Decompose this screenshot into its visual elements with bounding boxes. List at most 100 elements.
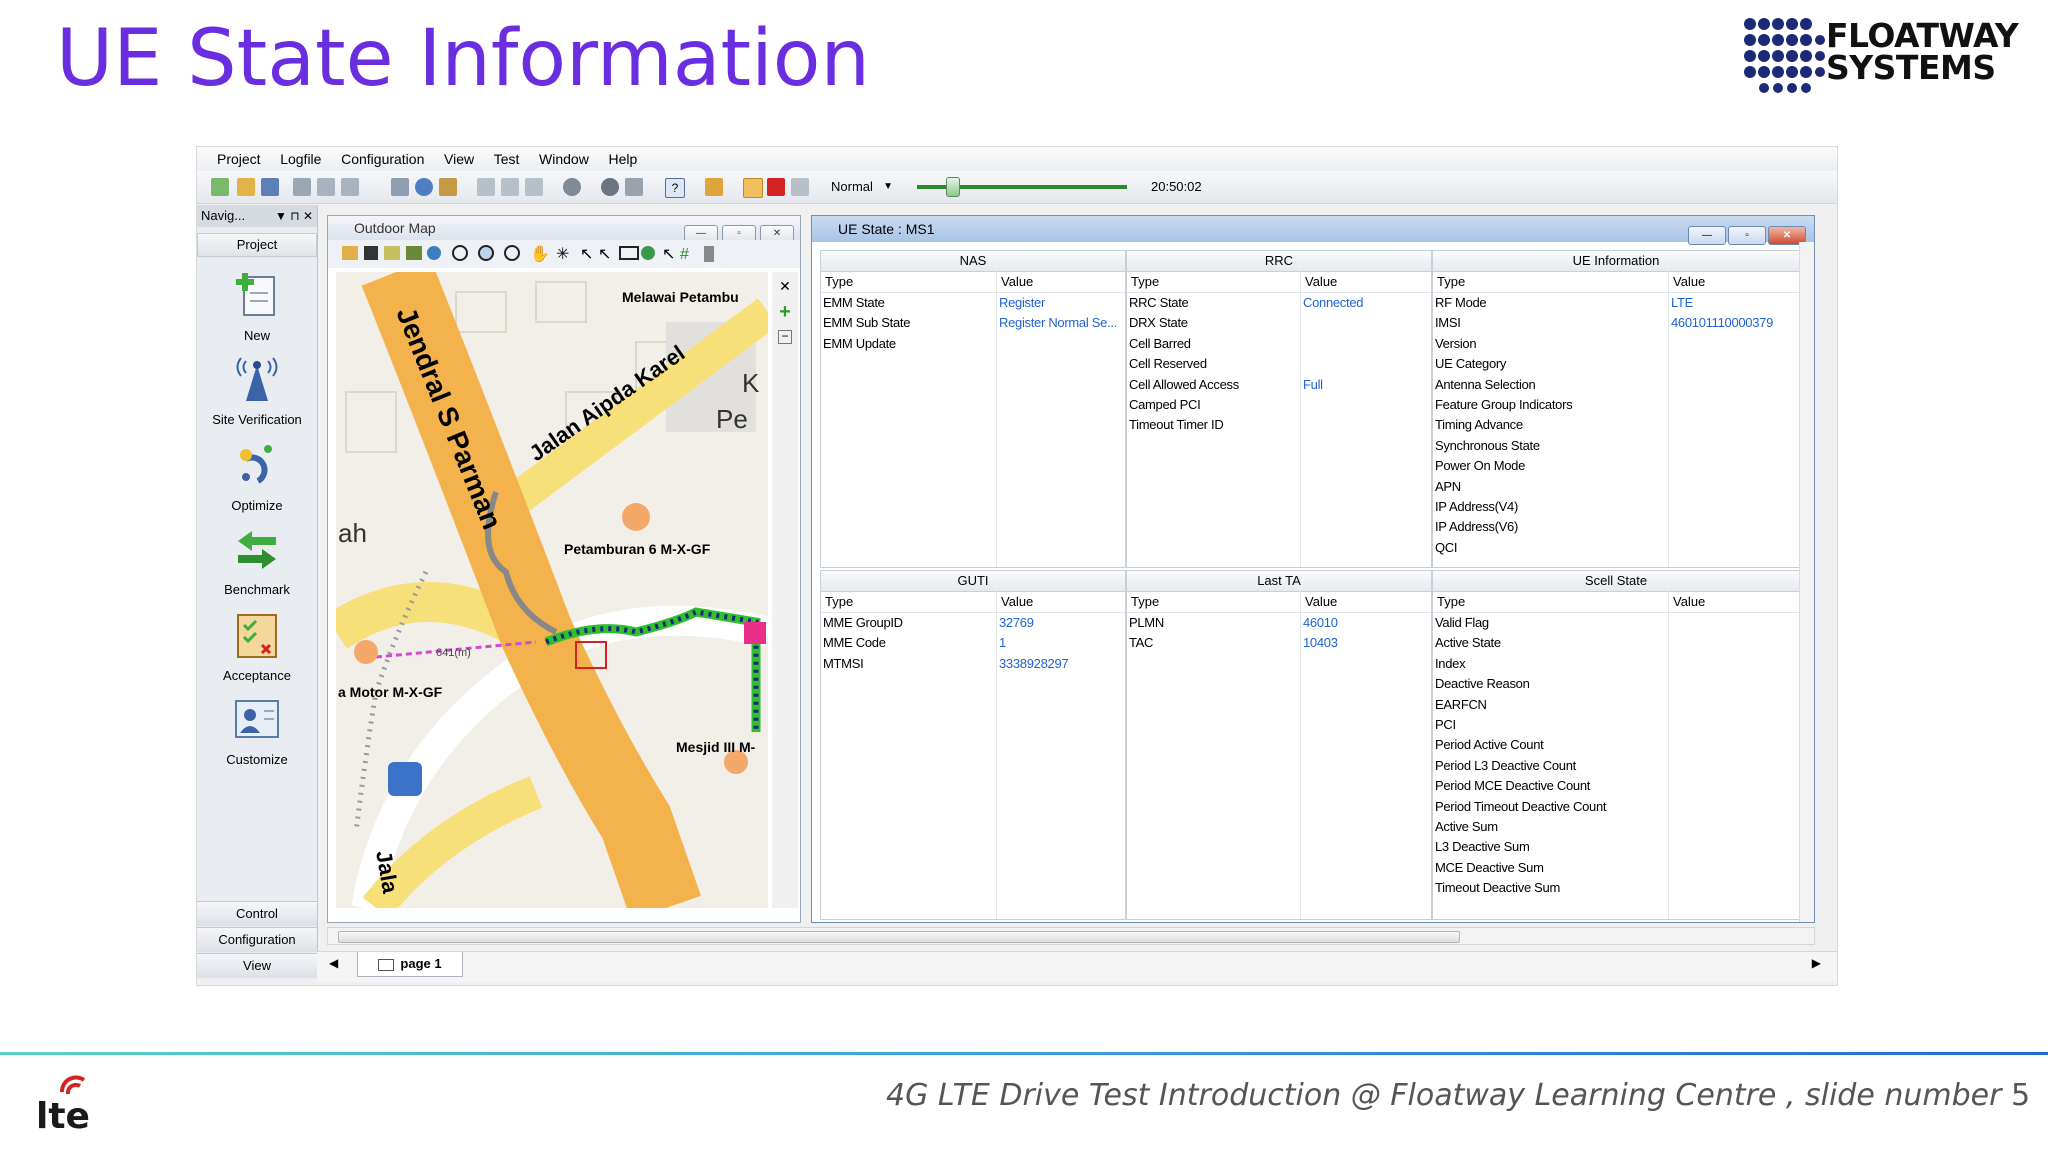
table-row[interactable]: Feature Group Indicators — [1433, 395, 1799, 415]
table-row[interactable]: EMM State Register — [821, 293, 1125, 313]
table-row[interactable]: MCE Deactive Sum — [1433, 858, 1799, 878]
table-row[interactable]: EARFCN — [1433, 695, 1799, 715]
nav-item-acceptance[interactable]: Acceptance — [197, 611, 317, 683]
table-row[interactable]: RRC State Connected — [1127, 293, 1431, 313]
table-row[interactable]: EMM Update — [821, 334, 1125, 354]
table-row[interactable]: Antenna Selection — [1433, 375, 1799, 395]
save-icon[interactable] — [261, 178, 279, 196]
menu-view[interactable]: View — [444, 151, 474, 167]
nav-tab-control[interactable]: Control — [197, 901, 317, 926]
page-prev-icon[interactable]: ◀ — [329, 956, 338, 970]
table-row[interactable]: MTMSI 3338928297 — [821, 654, 1125, 674]
nav-tab-view[interactable]: View — [197, 953, 317, 978]
table-row[interactable]: Active State — [1433, 633, 1799, 653]
menu-help[interactable]: Help — [608, 151, 637, 167]
table-row[interactable]: IP Address(V4) — [1433, 497, 1799, 517]
playback-mode-select[interactable]: Normal ▼ — [831, 177, 897, 197]
table-row[interactable]: Period Timeout Deactive Count — [1433, 797, 1799, 817]
playback-slider-thumb[interactable] — [945, 177, 960, 197]
table-row[interactable]: Deactive Reason — [1433, 674, 1799, 694]
table-row[interactable]: Valid Flag — [1433, 613, 1799, 633]
table-icon[interactable] — [391, 178, 409, 196]
table-row[interactable]: Cell Reserved — [1127, 354, 1431, 374]
row-value: 1 — [999, 635, 1006, 651]
navigator-controls[interactable]: ▼ ⊓ ✕ — [275, 205, 313, 227]
doc1-icon[interactable] — [477, 178, 495, 196]
nav-item-benchmark[interactable]: Benchmark — [197, 525, 317, 597]
col-value: Value — [1305, 274, 1338, 289]
unlink-icon[interactable] — [341, 178, 359, 196]
table-row[interactable]: Cell Barred — [1127, 334, 1431, 354]
table-row[interactable]: Synchronous State — [1433, 436, 1799, 456]
table-row[interactable]: L3 Deactive Sum — [1433, 837, 1799, 857]
pause-icon[interactable] — [743, 178, 763, 198]
table-row[interactable]: IP Address(V6) — [1433, 517, 1799, 537]
table-row[interactable]: Timeout Timer ID — [1127, 415, 1431, 435]
table-row[interactable]: Camped PCI — [1127, 395, 1431, 415]
table-row[interactable]: PCI — [1433, 715, 1799, 735]
close-icon[interactable]: ✕ — [778, 278, 792, 295]
minimize-icon[interactable]: — — [1688, 226, 1726, 245]
ue-state-vertical-scrollbar[interactable] — [1799, 242, 1814, 922]
navigator-pane: Navig... ▼ ⊓ ✕ Project New Site Verifica… — [197, 205, 318, 979]
copy-icon[interactable] — [293, 178, 311, 196]
menu-project[interactable]: Project — [217, 151, 261, 167]
table-row[interactable]: Timing Advance — [1433, 415, 1799, 435]
table-row[interactable]: Period Active Count — [1433, 735, 1799, 755]
stop-icon[interactable] — [767, 178, 785, 196]
table-row[interactable]: RF Mode LTE — [1433, 293, 1799, 313]
outdoor-map-canvas[interactable]: Melawai Petambu Jendral S Parman Jalan A… — [336, 272, 768, 908]
table-row[interactable]: QCI — [1433, 538, 1799, 558]
table-row[interactable]: Period MCE Deactive Count — [1433, 776, 1799, 796]
table-row[interactable]: IMSI 460101110000379 — [1433, 313, 1799, 333]
table-row[interactable]: APN — [1433, 477, 1799, 497]
table-row[interactable]: UE Category — [1433, 354, 1799, 374]
menu-test[interactable]: Test — [494, 151, 520, 167]
snapshot-icon[interactable] — [791, 178, 809, 196]
nav-tab-configuration[interactable]: Configuration — [197, 927, 317, 952]
link-icon[interactable] — [317, 178, 335, 196]
table-row[interactable]: PLMN 46010 — [1127, 613, 1431, 633]
menu-configuration[interactable]: Configuration — [341, 151, 424, 167]
ue-state-window-controls: — ▫ ✕ — [1686, 220, 1806, 246]
open-log-icon[interactable] — [705, 178, 723, 196]
play-icon[interactable] — [601, 178, 619, 196]
table-row[interactable]: TAC 10403 — [1127, 633, 1431, 653]
table-row[interactable]: Period L3 Deactive Count — [1433, 756, 1799, 776]
nav-item-site-verification[interactable]: Site Verification — [197, 355, 317, 427]
stop-circle-icon[interactable] — [563, 178, 581, 196]
nav-item-customize[interactable]: Customize — [197, 695, 317, 767]
table-row[interactable]: DRX State — [1127, 313, 1431, 333]
doc3-icon[interactable] — [525, 178, 543, 196]
collapse-icon[interactable]: − — [778, 330, 792, 344]
row-value: Register Normal Se... — [999, 315, 1117, 331]
table-row[interactable]: Version — [1433, 334, 1799, 354]
page-tab-1[interactable]: page 1 — [357, 952, 463, 977]
help-icon[interactable]: ? — [665, 178, 685, 198]
table-row[interactable]: MME Code 1 — [821, 633, 1125, 653]
table-row[interactable]: Index — [1433, 654, 1799, 674]
add-icon[interactable]: + — [778, 301, 792, 324]
horizontal-scrollbar-thumb[interactable] — [338, 931, 1460, 943]
new-project-icon[interactable] — [211, 178, 229, 196]
doc2-icon[interactable] — [501, 178, 519, 196]
open-folder-icon[interactable] — [237, 178, 255, 196]
table-row[interactable]: MME GroupID 32769 — [821, 613, 1125, 633]
nav-item-new[interactable]: New — [197, 271, 317, 343]
restore-icon[interactable]: ▫ — [1728, 226, 1766, 245]
table-row[interactable]: Power On Mode — [1433, 456, 1799, 476]
navigator-project-tab[interactable]: Project — [197, 233, 317, 257]
menu-logfile[interactable]: Logfile — [280, 151, 321, 167]
report-icon[interactable] — [439, 178, 457, 196]
page-tab-label: page 1 — [400, 956, 442, 971]
globe-icon[interactable] — [415, 178, 433, 196]
table-row[interactable]: EMM Sub State Register Normal Se... — [821, 313, 1125, 333]
page-next-icon[interactable]: ▶ — [1812, 956, 1821, 970]
record-icon[interactable] — [625, 178, 643, 196]
horizontal-scrollbar[interactable] — [327, 927, 1815, 945]
nav-item-optimize[interactable]: Optimize — [197, 441, 317, 513]
table-row[interactable]: Timeout Deactive Sum — [1433, 878, 1799, 898]
table-row[interactable]: Active Sum — [1433, 817, 1799, 837]
table-row[interactable]: Cell Allowed Access Full — [1127, 375, 1431, 395]
menu-window[interactable]: Window — [539, 151, 589, 167]
